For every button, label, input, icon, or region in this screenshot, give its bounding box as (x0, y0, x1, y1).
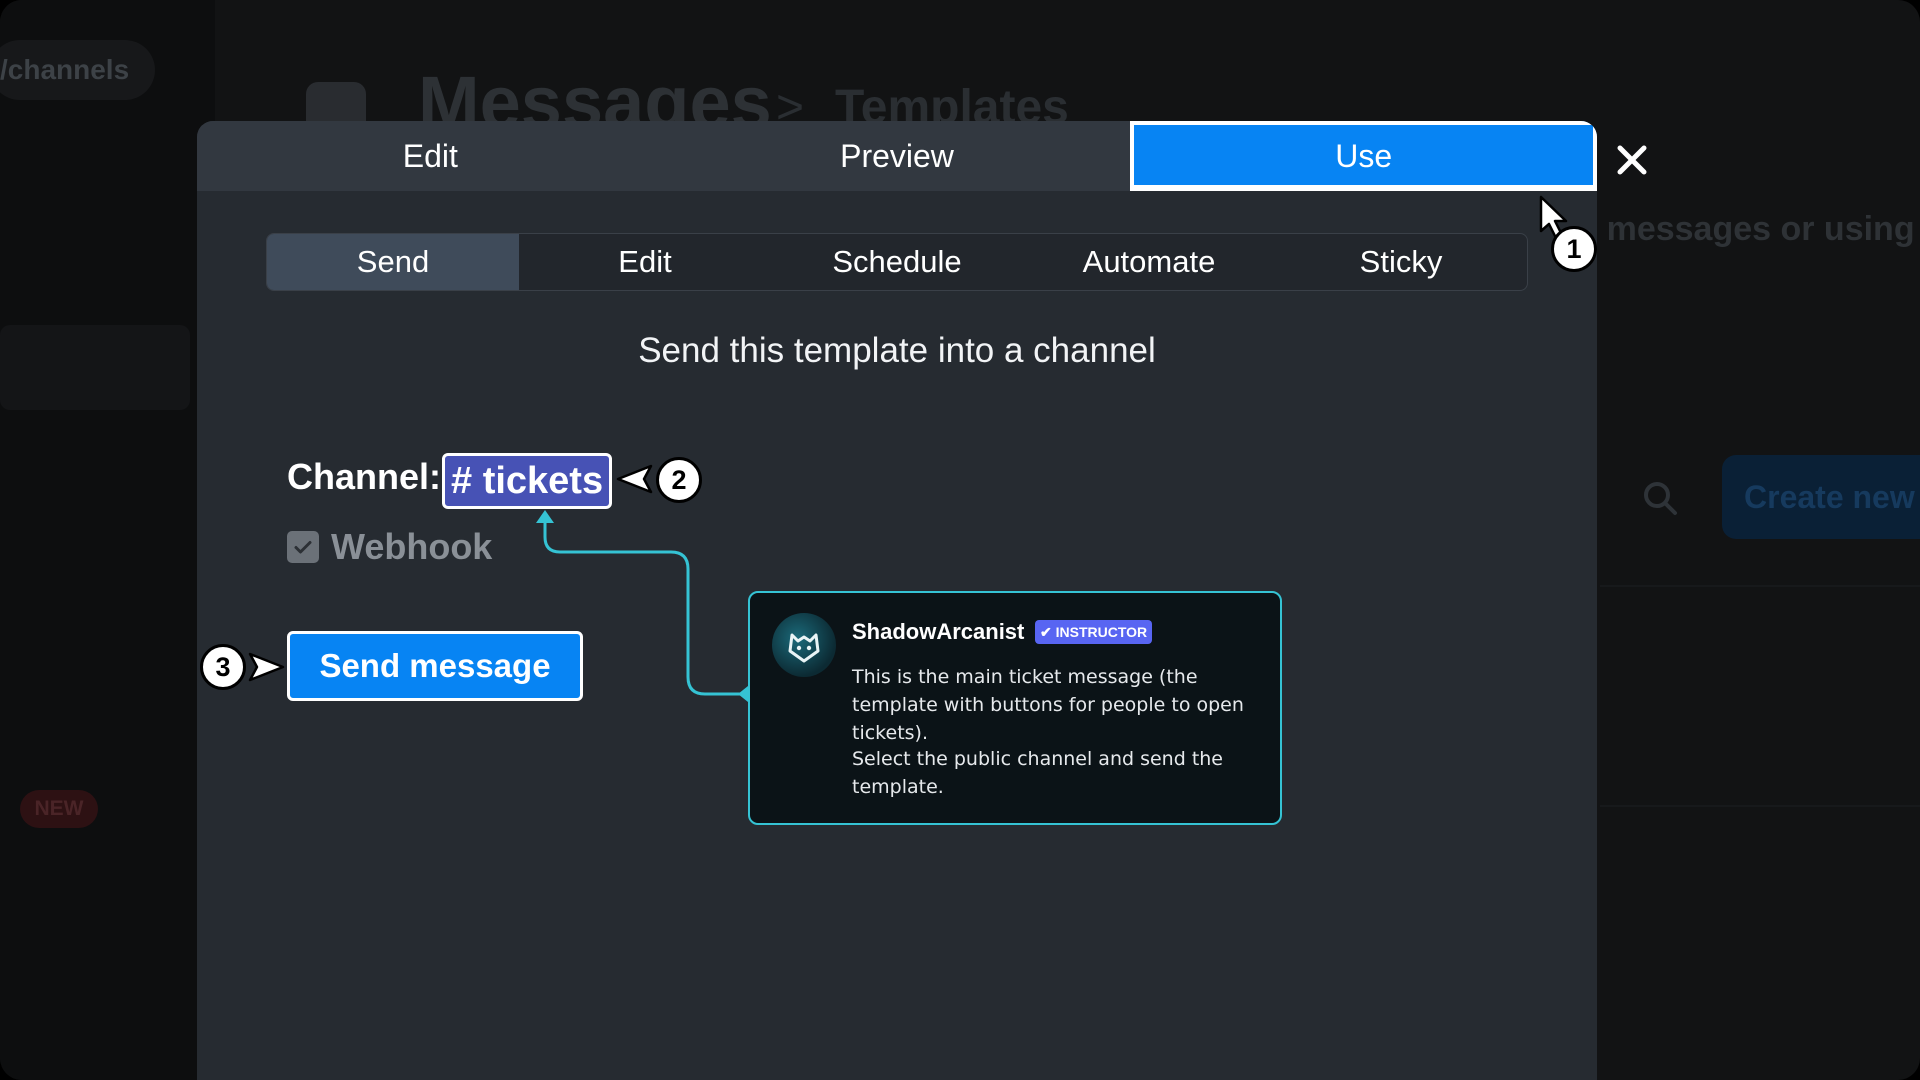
background-divider (1600, 585, 1920, 587)
webhook-label: Webhook (331, 526, 493, 567)
background-description: er messages or using (1565, 210, 1915, 248)
callout-author: ShadowArcanist (852, 619, 1025, 644)
template-modal: Edit Preview Use Send Edit Schedule Auto… (197, 121, 1597, 1080)
callout-paragraph: Select the public channel and send the t… (852, 748, 1224, 798)
background-sidebar-block (0, 325, 190, 410)
subtab-send[interactable]: Send (267, 234, 519, 290)
send-heading: Send this template into a channel (638, 331, 1156, 370)
use-subtab-bar: Send Edit Schedule Automate Sticky (266, 233, 1528, 291)
screen: /channels NEW Messages > Templates er me… (0, 0, 1920, 1080)
background-search-icon (1644, 482, 1677, 515)
background-divider (1600, 805, 1920, 807)
channel-label: Channel: (287, 456, 442, 497)
send-message-button[interactable]: Send message (287, 631, 583, 701)
subtab-sticky[interactable]: Sticky (1275, 234, 1527, 290)
tab-edit[interactable]: Edit (197, 121, 664, 191)
avatar (772, 613, 836, 677)
subtab-automate[interactable]: Automate (1023, 234, 1275, 290)
instructor-badge: ✔ INSTRUCTOR (1035, 620, 1153, 644)
webhook-checkbox[interactable]: Webhook (287, 526, 492, 568)
background-channels-link: /channels (0, 40, 155, 100)
background-sidebar (0, 0, 215, 1080)
subtab-schedule[interactable]: Schedule (771, 234, 1023, 290)
modal-tab-bar: Edit Preview Use (197, 121, 1597, 191)
tab-use[interactable]: Use (1130, 121, 1597, 191)
instructor-callout: ShadowArcanist ✔ INSTRUCTOR This is the … (748, 591, 1282, 825)
subtab-edit[interactable]: Edit (519, 234, 771, 290)
background-create-button: Create new (1722, 455, 1920, 539)
callout-paragraph: This is the main ticket message (the tem… (852, 666, 1244, 744)
tab-preview[interactable]: Preview (664, 121, 1131, 191)
checkbox-check-icon (287, 531, 319, 563)
close-icon[interactable] (1610, 138, 1654, 182)
step-marker-3: 3 (200, 644, 246, 690)
step-marker-1: 1 (1551, 226, 1597, 272)
channel-select[interactable]: # tickets (442, 453, 613, 509)
wolf-logo-icon (788, 633, 820, 663)
step-marker-2: 2 (656, 457, 702, 503)
background-new-badge: NEW (20, 790, 98, 828)
